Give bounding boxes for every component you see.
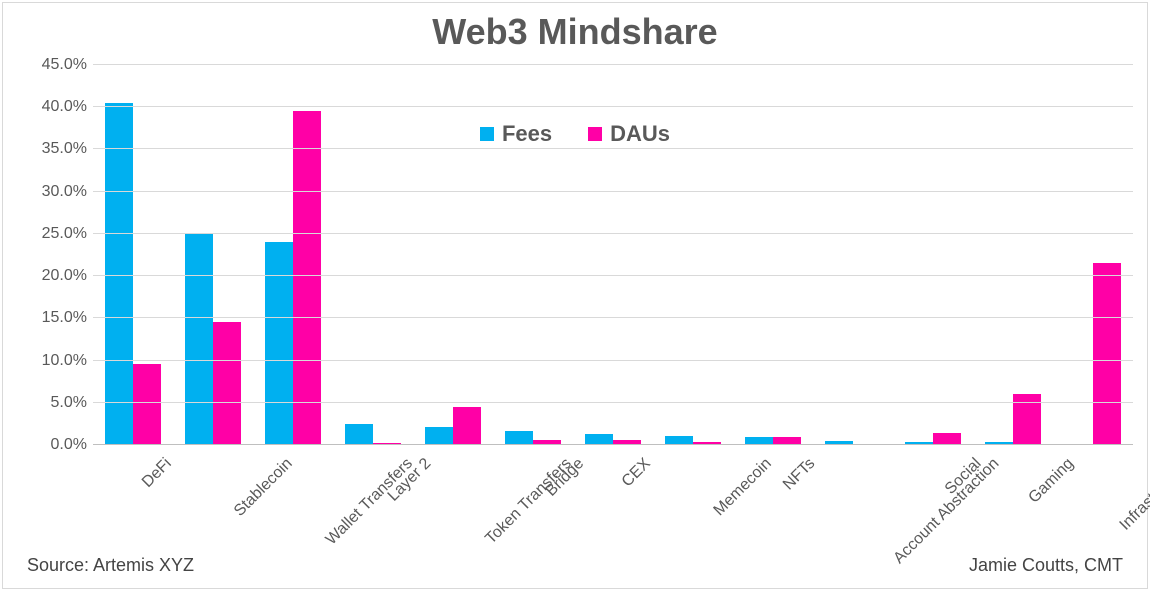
- x-axis-line: [93, 444, 1133, 445]
- gridline: [93, 148, 1133, 149]
- x-tick-label: Gaming: [1025, 455, 1077, 507]
- gridline: [93, 233, 1133, 234]
- bars-container: [93, 65, 1133, 445]
- bar-group: [573, 65, 653, 445]
- x-tick-label: Wallet Transfers: [323, 455, 417, 549]
- bar: [345, 424, 373, 445]
- x-tick-label: Memecoin: [711, 455, 776, 520]
- y-tick-label: 30.0%: [7, 183, 87, 201]
- gridline: [93, 360, 1133, 361]
- bar: [133, 364, 161, 445]
- y-tick-label: 10.0%: [7, 352, 87, 370]
- bar: [185, 234, 213, 445]
- chart-title: Web3 Mindshare: [3, 11, 1147, 53]
- source-text: Source: Artemis XYZ: [27, 555, 194, 576]
- bar-group: [893, 65, 973, 445]
- gridline: [93, 106, 1133, 107]
- bar: [105, 103, 133, 445]
- bar: [453, 407, 481, 445]
- bar-group: [493, 65, 573, 445]
- plot-area: [93, 65, 1133, 445]
- gridline: [93, 317, 1133, 318]
- gridline: [93, 64, 1133, 65]
- bar-group: [813, 65, 893, 445]
- bar-group: [1053, 65, 1133, 445]
- x-tick-label: Account Abstraction: [890, 455, 1003, 568]
- y-tick-label: 15.0%: [7, 309, 87, 327]
- x-tick-label: Infrastructure: [1117, 455, 1150, 534]
- bar: [293, 111, 321, 445]
- x-tick-label: DeFi: [139, 455, 176, 492]
- y-tick-label: 0.0%: [7, 436, 87, 454]
- gridline: [93, 275, 1133, 276]
- gridline: [93, 191, 1133, 192]
- bar-group: [733, 65, 813, 445]
- x-tick-label: NFTs: [780, 455, 819, 494]
- x-tick-label: CEX: [619, 455, 655, 491]
- bar-group: [253, 65, 333, 445]
- chart-frame: Web3 Mindshare FeesDAUs 0.0%5.0%10.0%15.…: [2, 2, 1148, 589]
- bar: [213, 322, 241, 445]
- gridline: [93, 402, 1133, 403]
- bar: [505, 431, 533, 445]
- y-tick-label: 20.0%: [7, 267, 87, 285]
- bar-group: [173, 65, 253, 445]
- bar-group: [333, 65, 413, 445]
- bar: [1093, 263, 1121, 445]
- attribution-text: Jamie Coutts, CMT: [969, 555, 1123, 576]
- y-tick-label: 25.0%: [7, 225, 87, 243]
- bar-group: [653, 65, 733, 445]
- bar-group: [413, 65, 493, 445]
- bar: [425, 427, 453, 445]
- x-tick-label: Stablecoin: [231, 455, 297, 521]
- y-tick-label: 45.0%: [7, 56, 87, 74]
- y-tick-label: 5.0%: [7, 394, 87, 412]
- y-tick-label: 35.0%: [7, 140, 87, 158]
- bar-group: [93, 65, 173, 445]
- bar: [265, 242, 293, 445]
- bar-group: [973, 65, 1053, 445]
- y-tick-label: 40.0%: [7, 98, 87, 116]
